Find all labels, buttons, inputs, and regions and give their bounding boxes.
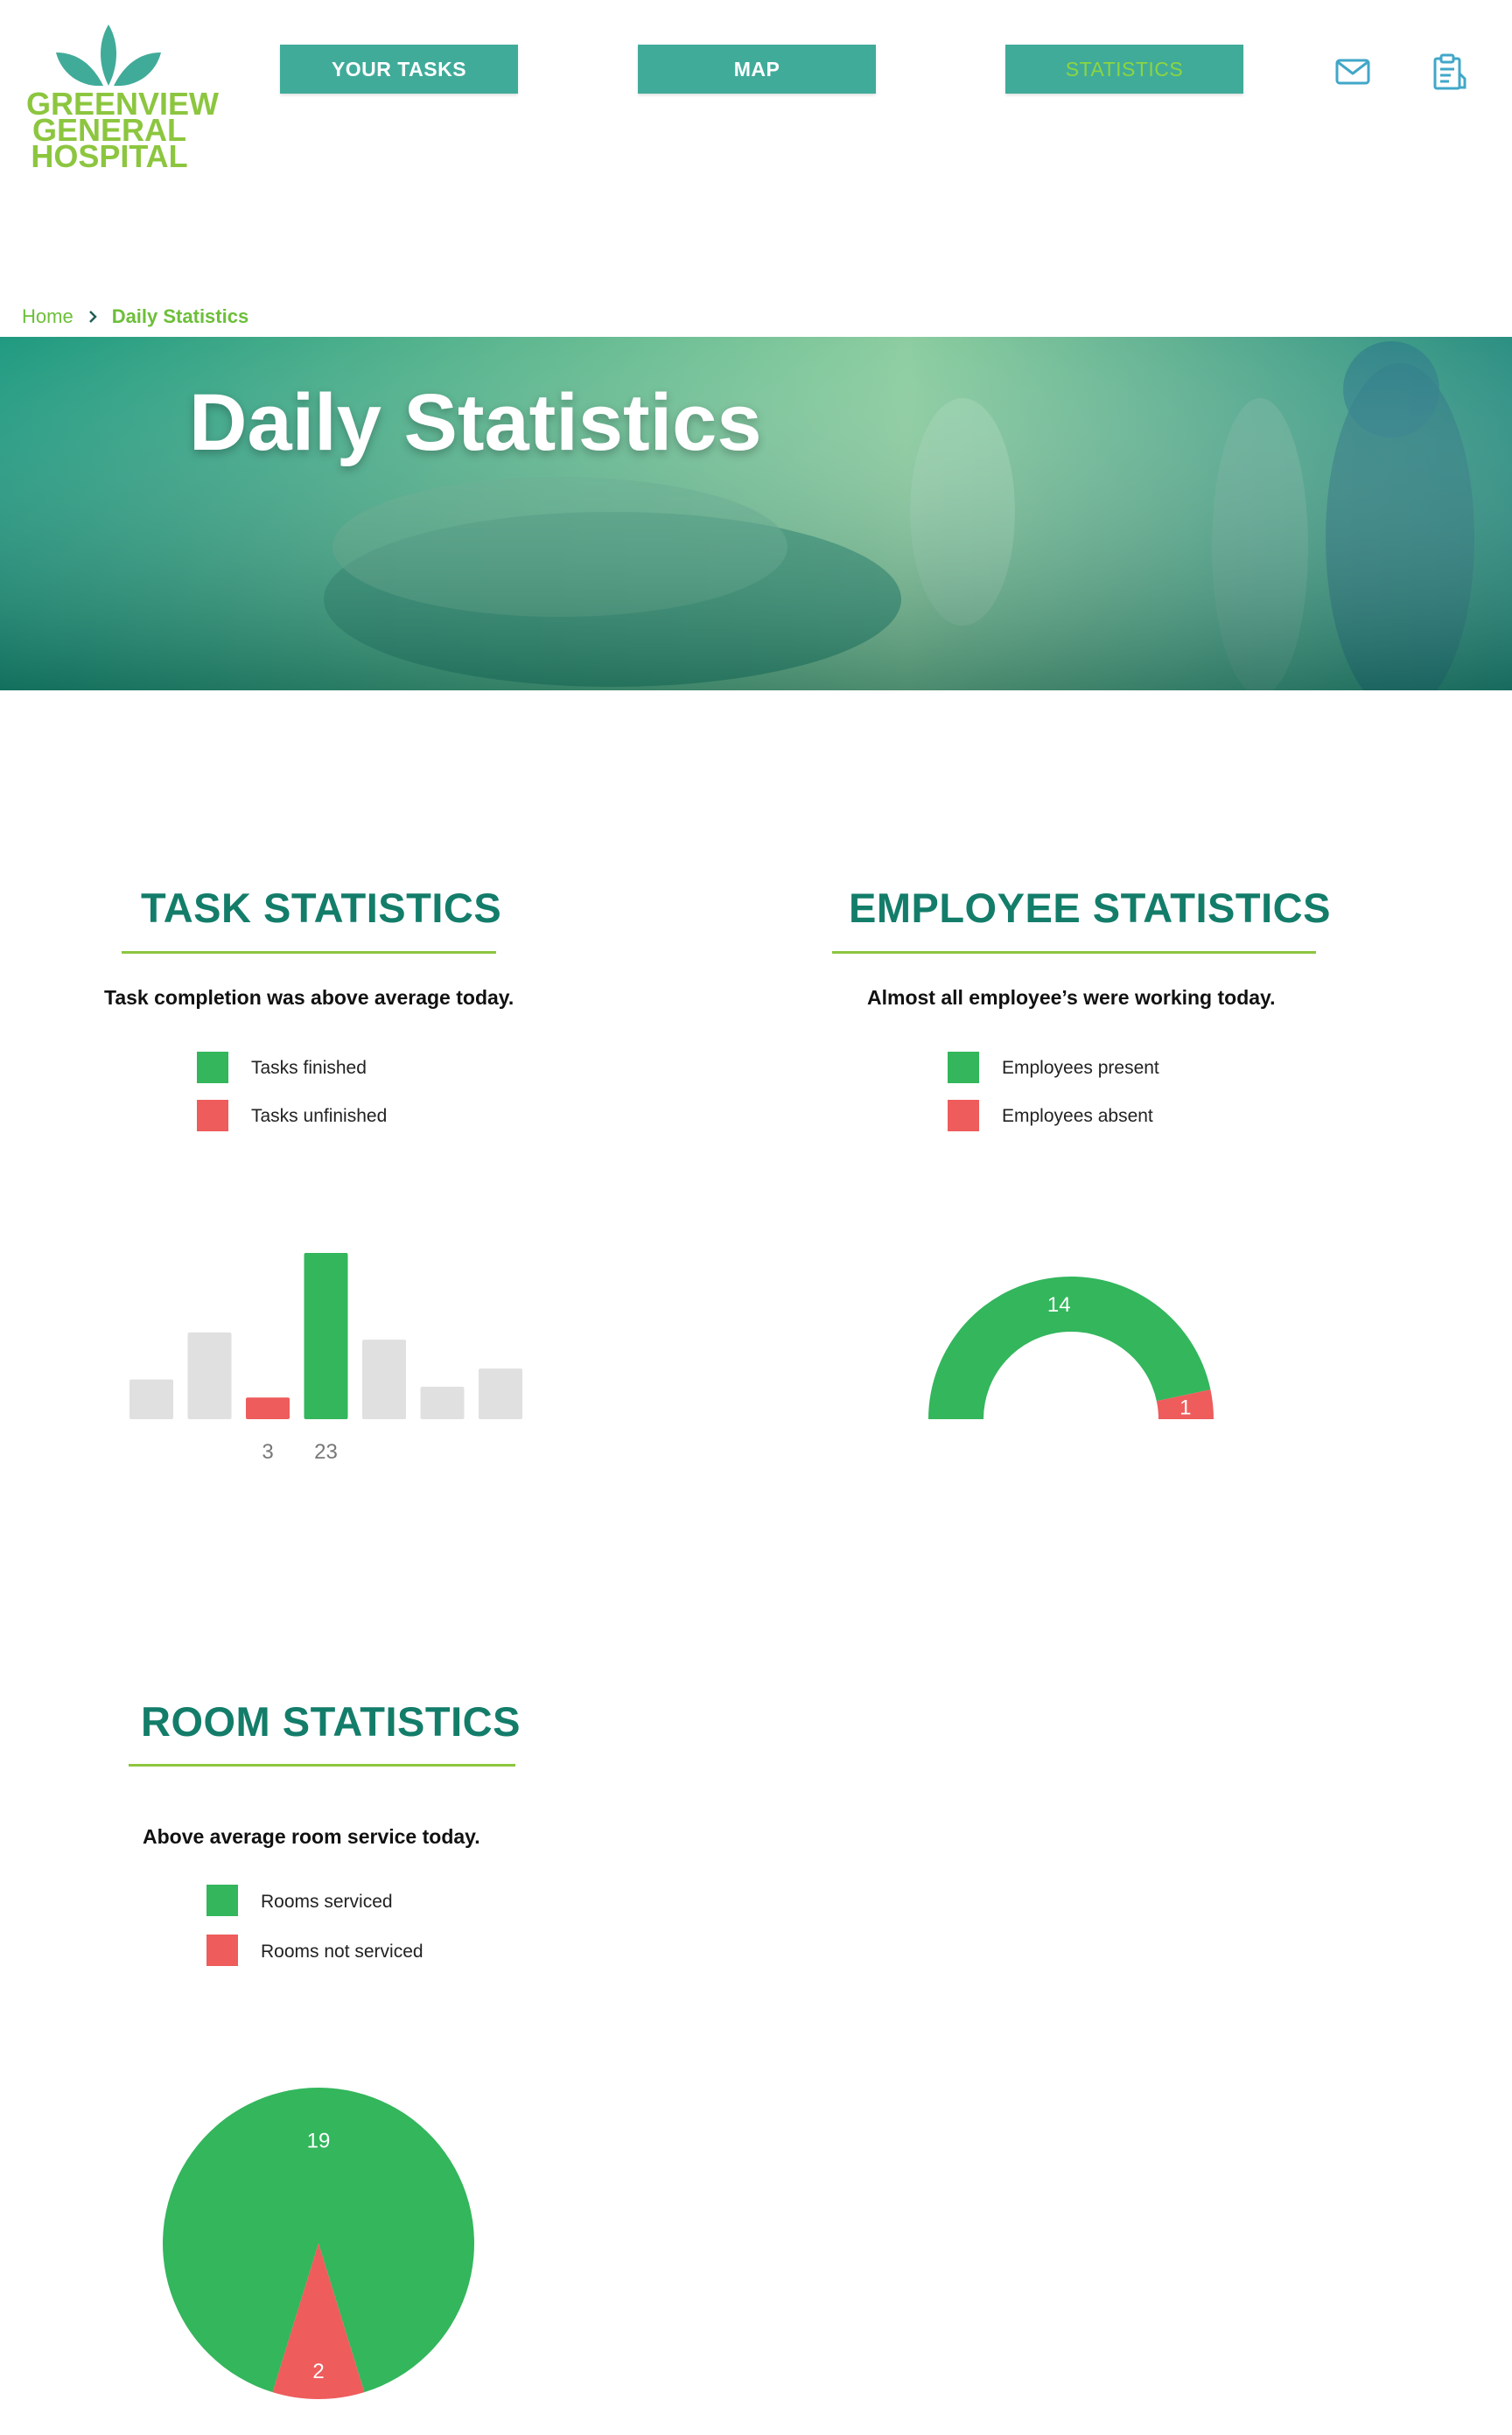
nav-map-button[interactable]: MAP bbox=[638, 45, 876, 94]
hero-banner: Daily Statistics bbox=[0, 337, 1512, 690]
legend-swatch-tasks-unfinished bbox=[197, 1100, 228, 1131]
leaf-icon bbox=[56, 24, 161, 87]
breadcrumb-current: Daily Statistics bbox=[111, 305, 249, 327]
breadcrumb-home-link[interactable]: Home bbox=[22, 305, 74, 328]
room-statistics-divider bbox=[129, 1764, 515, 1767]
legend-swatch-tasks-finished bbox=[197, 1052, 228, 1083]
legend-label-employees-absent: Employees absent bbox=[1002, 1106, 1153, 1126]
bar-value-label-3: 3 bbox=[262, 1440, 273, 1464]
nav-your-tasks-button[interactable]: YOUR TASKS bbox=[280, 45, 518, 94]
mail-icon[interactable] bbox=[1334, 52, 1372, 91]
legend-label-tasks-finished: Tasks finished bbox=[251, 1058, 367, 1078]
task-statistics-divider bbox=[122, 951, 496, 954]
task-statistics-heading: TASK STATISTICS bbox=[141, 885, 502, 931]
hospital-logo[interactable]: GREENVIEW GENERAL HOSPITAL bbox=[26, 23, 219, 176]
legend-swatch-employees-present bbox=[948, 1052, 979, 1083]
pie-value-label-2: 2 bbox=[312, 2360, 324, 2383]
room-pie-chart: 19 2 bbox=[162, 2088, 474, 2399]
task-statistics-summary: Task completion was above average today. bbox=[104, 986, 514, 1009]
legend-swatch-employees-absent bbox=[948, 1100, 979, 1131]
employee-statistics-summary: Almost all employee’s were working today… bbox=[867, 986, 1276, 1009]
bar-1 bbox=[130, 1379, 173, 1419]
legend-label-rooms-not-serviced: Rooms not serviced bbox=[261, 1942, 424, 1962]
page-title: Daily Statistics bbox=[189, 378, 762, 467]
legend-label-rooms-serviced: Rooms serviced bbox=[261, 1892, 393, 1912]
bar-7 bbox=[479, 1368, 522, 1419]
logo-text-line-3: HOSPITAL bbox=[31, 138, 188, 174]
legend-swatch-rooms-not-serviced bbox=[206, 1935, 238, 1966]
task-bar-chart: 3 23 bbox=[130, 1253, 522, 1464]
bar-6 bbox=[420, 1386, 465, 1419]
nav-statistics-button[interactable]: STATISTICS bbox=[1005, 45, 1243, 94]
employee-half-donut-chart: 14 1 bbox=[928, 1277, 1214, 1419]
bar-5 bbox=[362, 1340, 406, 1419]
employee-statistics-divider bbox=[832, 951, 1316, 954]
legend-label-tasks-unfinished: Tasks unfinished bbox=[251, 1106, 388, 1126]
legend-swatch-rooms-serviced bbox=[206, 1885, 238, 1916]
clipboard-icon[interactable] bbox=[1430, 52, 1468, 91]
bar-3 bbox=[246, 1397, 290, 1419]
room-statistics-summary: Above average room service today. bbox=[143, 1825, 480, 1848]
room-statistics-heading: ROOM STATISTICS bbox=[141, 1698, 521, 1745]
breadcrumb: Home Daily Statistics bbox=[22, 304, 248, 330]
pie-value-label-1: 19 bbox=[307, 2130, 331, 2153]
legend-label-employees-present: Employees present bbox=[1002, 1058, 1159, 1078]
bar-4 bbox=[304, 1253, 348, 1419]
donut-value-label-1: 14 bbox=[1047, 1293, 1071, 1317]
employee-statistics-heading: EMPLOYEE STATISTICS bbox=[849, 885, 1331, 931]
bar-value-label-4: 23 bbox=[314, 1440, 338, 1464]
chevron-right-icon bbox=[88, 311, 97, 323]
donut-value-label-2: 1 bbox=[1180, 1396, 1191, 1419]
bar-2 bbox=[187, 1332, 232, 1419]
